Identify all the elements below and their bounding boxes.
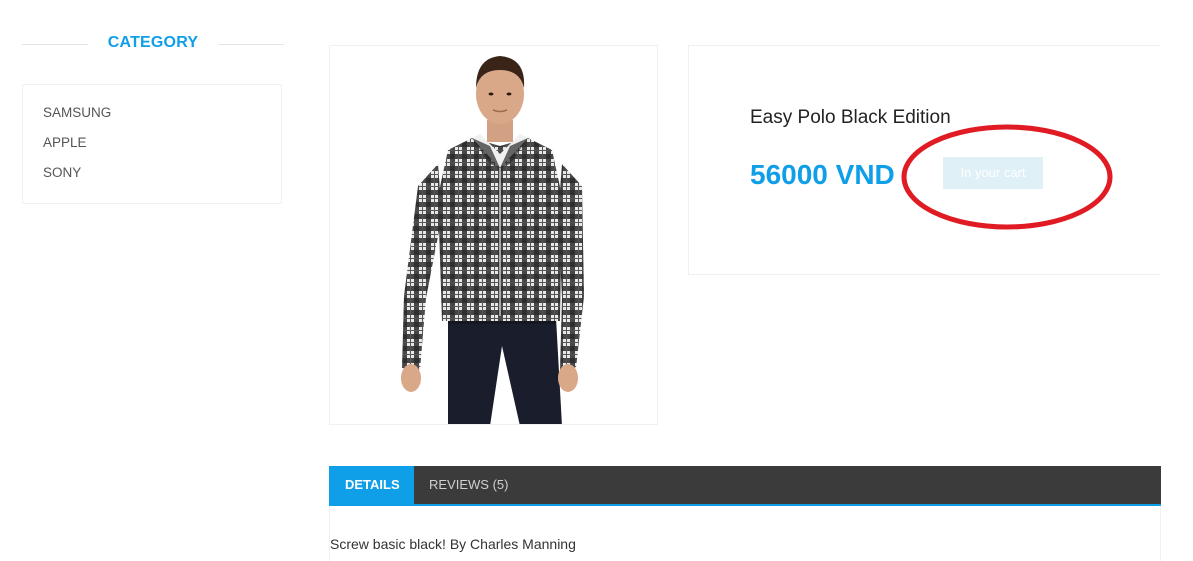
category-panel: SAMSUNG APPLE SONY: [22, 84, 282, 204]
product-info-panel: Easy Polo Black Edition 56000 VND In you…: [688, 45, 1160, 275]
product-price: 56000 VND: [750, 159, 895, 190]
tab-content-details: Screw basic black! By Charles Manning: [329, 506, 1161, 561]
tab-reviews[interactable]: REVIEWS (5): [413, 466, 524, 504]
category-title: CATEGORY: [107, 34, 199, 51]
product-description: Screw basic black! By Charles Manning: [330, 536, 576, 552]
product-name: Easy Polo Black Edition: [750, 107, 951, 128]
category-item-samsung[interactable]: SAMSUNG: [43, 103, 111, 133]
product-page: CATEGORY SAMSUNG APPLE SONY Easy Polo Bl…: [0, 0, 1193, 561]
product-tabs: DETAILS REVIEWS (5): [329, 466, 1161, 506]
in-cart-button[interactable]: In your cart: [943, 157, 1043, 189]
heading-divider-right: [218, 44, 284, 45]
product-image-panel: [329, 45, 658, 425]
category-list: SAMSUNG APPLE SONY: [43, 103, 111, 193]
category-item-sony[interactable]: SONY: [43, 163, 111, 193]
category-heading: CATEGORY: [22, 30, 284, 58]
category-item-apple[interactable]: APPLE: [43, 133, 111, 163]
product-image: [330, 46, 657, 424]
tab-details[interactable]: DETAILS: [329, 466, 414, 504]
